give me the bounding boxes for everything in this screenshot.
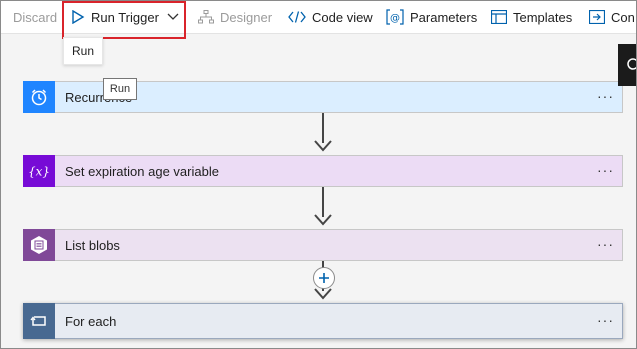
variable-icon: {x} [23,154,55,187]
svg-text:{x}: {x} [28,164,50,178]
step-set-variable[interactable]: {x} Set expiration age variable ··· [23,154,623,187]
step-title: For each [65,313,117,329]
discard-button[interactable]: Discard [13,1,57,33]
more-options-button[interactable]: ··· [597,312,614,328]
designer-label: Designer [220,9,273,25]
step-for-each[interactable]: For each ··· [23,302,623,339]
designer-button[interactable]: Designer [198,1,272,33]
code-view-label: Code view [312,9,373,25]
step-title: Set expiration age variable [65,163,219,179]
discard-label: Discard [13,9,58,25]
parameters-icon: @ [386,9,404,25]
code-view-button[interactable]: Code view [288,1,373,33]
app-window: Discard Run Trigger Designer Code view @… [0,0,637,349]
designer-canvas: Recurrence ··· {x} Set expiration age va… [1,34,636,348]
parameters-button[interactable]: @ Parameters [386,1,477,33]
arrow-down-icon [314,214,332,226]
plus-icon [319,273,329,283]
clock-icon [23,80,55,113]
templates-icon [491,10,507,24]
connector-line [322,187,324,217]
step-list-blobs[interactable]: List blobs ··· [23,228,623,261]
parameters-label: Parameters [410,9,478,25]
more-options-button[interactable]: ··· [597,236,614,252]
run-tooltip: Run [103,78,137,100]
connector-line [322,113,324,143]
side-panel-toggle[interactable] [618,44,636,86]
arrow-down-icon [314,140,332,152]
storage-blob-icon [23,228,55,261]
more-options-button[interactable]: ··· [597,88,614,104]
tooltip-text: Run [109,83,131,95]
svg-text:@: @ [390,13,400,24]
connectors-button[interactable]: Con [589,1,635,33]
templates-button[interactable]: Templates [491,1,572,33]
connectors-icon [589,10,605,24]
templates-label: Templates [513,9,573,25]
code-icon [288,11,306,23]
add-step-button[interactable] [313,267,335,289]
arrow-down-icon [314,288,332,300]
designer-icon [198,10,214,24]
connectors-label: Con [611,9,635,25]
loop-icon [23,302,55,339]
more-options-button[interactable]: ··· [597,162,614,178]
panel-toggle-icon [626,57,636,74]
step-title: List blobs [65,237,120,253]
